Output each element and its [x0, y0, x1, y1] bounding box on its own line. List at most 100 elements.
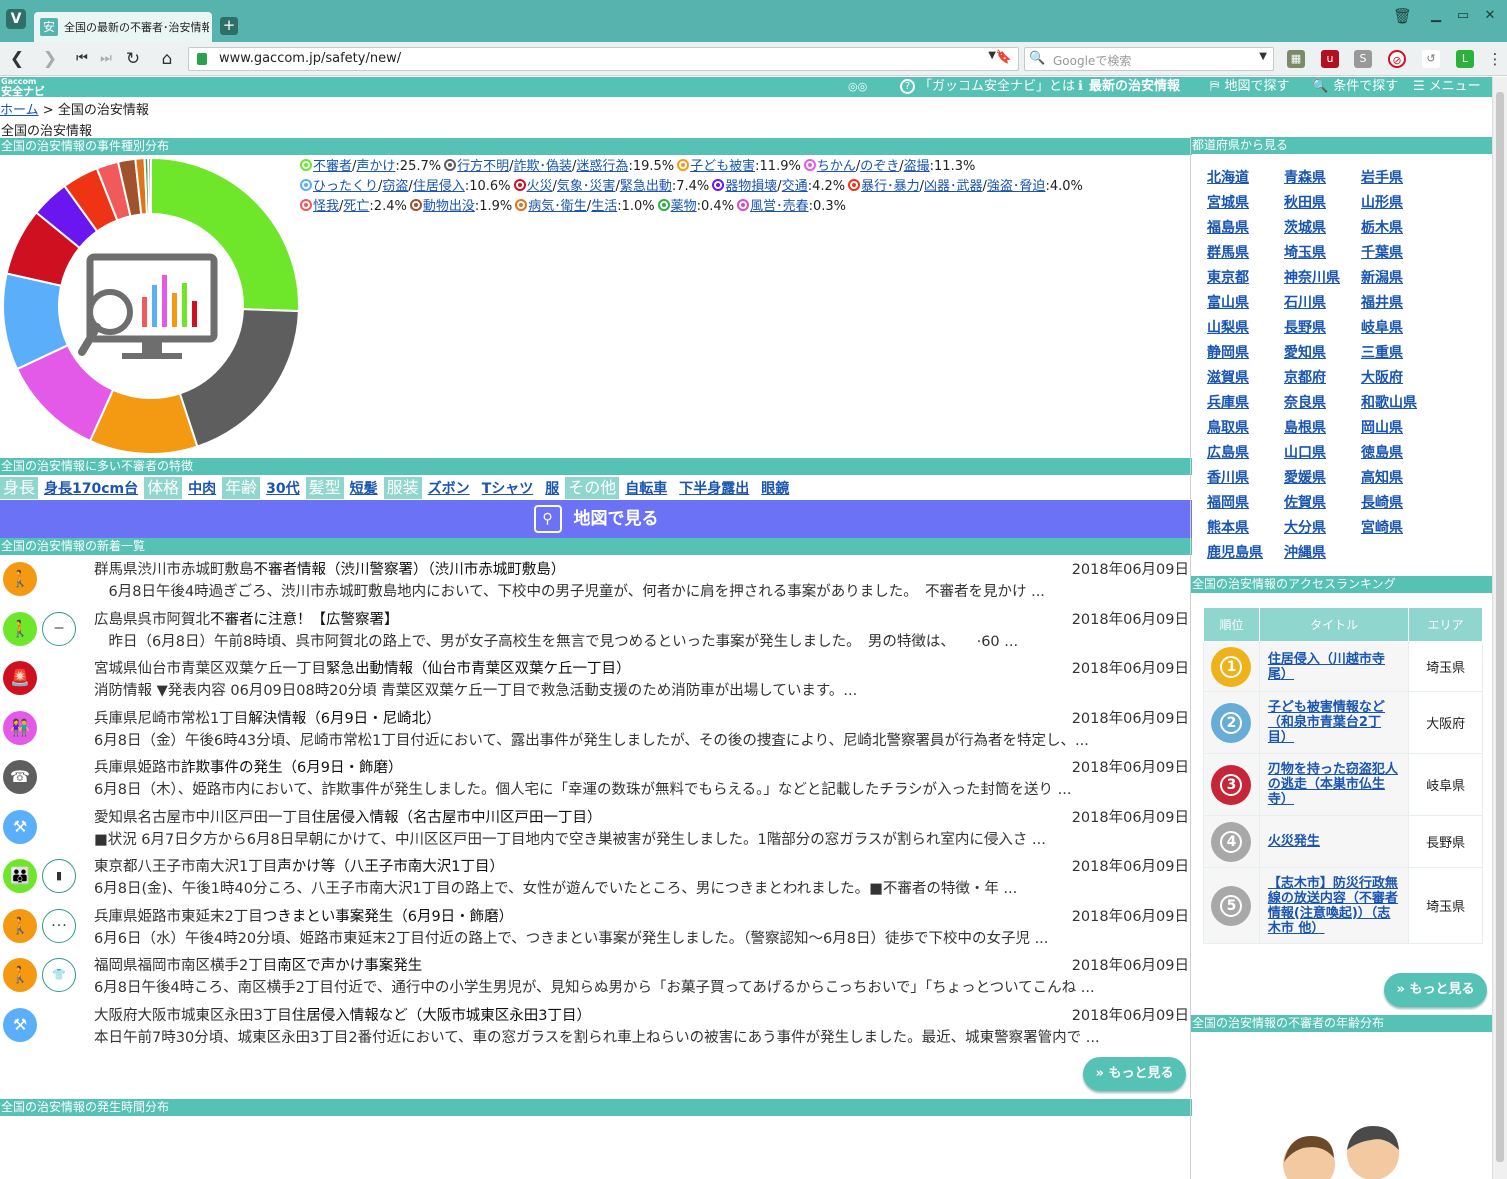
prefecture-link[interactable]: 新潟県 [1361, 267, 1403, 287]
legend-link[interactable]: 交通 [782, 179, 808, 194]
ranking-title-link[interactable]: 火災発生 [1268, 834, 1320, 849]
nav-search[interactable]: 🔍 条件で探す [1312, 77, 1398, 97]
legend-link[interactable]: 緊急出動 [620, 179, 672, 194]
prefecture-link[interactable]: 茨城県 [1284, 217, 1326, 237]
ranking-title-link[interactable]: 【志木市】防災行政無線の放送内容（不審者情報(注意喚起)）（志木市 他） [1268, 876, 1398, 936]
legend-link[interactable]: 器物損壊 [725, 179, 777, 194]
legend-link[interactable]: のぞき [860, 159, 899, 174]
fast-forward-icon[interactable]: ⏭ [94, 48, 118, 70]
prefecture-link[interactable]: 長崎県 [1361, 492, 1403, 512]
news-title[interactable]: 兵庫県姫路市詐欺事件の発生（6月9日・飾磨） [94, 756, 1054, 777]
view-on-map-button[interactable]: ⚲ 地図で見る [0, 500, 1192, 538]
new-tab-button[interactable]: + [220, 17, 238, 35]
site-logo[interactable]: Gaccom 安全ナビ [1, 77, 45, 97]
prefecture-link[interactable]: 大分県 [1284, 517, 1326, 537]
prefecture-link[interactable]: 島根県 [1284, 417, 1326, 437]
prefecture-link[interactable]: 静岡県 [1207, 342, 1249, 362]
legend-link[interactable]: 動物出没 [423, 199, 475, 214]
prefecture-link[interactable]: 佐賀県 [1284, 492, 1326, 512]
news-item[interactable]: ⚒ 愛知県名古屋市中川区戸田一丁目住居侵入情報（名古屋市中川区戸田一丁目） 2018… [0, 804, 1192, 854]
prefecture-link[interactable]: 福岡県 [1207, 492, 1249, 512]
news-item[interactable]: 🚶 ー広島県呉市阿賀北不審者に注意！【広警察署】 2018年06月09日 昨日（6月… [0, 606, 1192, 656]
prefecture-link[interactable]: 奈良県 [1284, 392, 1326, 412]
scrollbar-thumb[interactable] [1496, 92, 1504, 1162]
trait-value-link[interactable]: ズボン [422, 478, 476, 500]
close-button[interactable]: ✕ [1482, 8, 1498, 24]
trait-value-link[interactable]: 服 [539, 478, 565, 500]
news-item[interactable]: ⚒ 大阪府大阪市城東区永田3丁目住居侵入情報など（大阪市城東区永田3丁目） 2018… [0, 1002, 1192, 1052]
prefecture-link[interactable]: 秋田県 [1284, 192, 1326, 212]
trait-value-link[interactable]: 30代 [260, 478, 305, 500]
legend-link[interactable]: 凶器･武器 [924, 179, 983, 194]
prefecture-link[interactable]: 山梨県 [1207, 317, 1249, 337]
news-title[interactable]: 兵庫県姫路市東延末2丁目つきまとい事案発生（6月9日・飾磨） [94, 905, 1054, 926]
legend-link[interactable]: 怪我 [313, 199, 339, 214]
prefecture-link[interactable]: 沖縄県 [1284, 542, 1326, 562]
search-dropdown-icon[interactable]: ▼ [1259, 51, 1267, 62]
extension-grid-icon[interactable]: ▦ [1287, 50, 1305, 68]
trait-value-link[interactable]: 身長170cm台 [38, 478, 144, 500]
news-item[interactable]: 👫 兵庫県尼崎市常松1丁目解決情報（6月9日・尼崎北） 2018年06月09日 6月8… [0, 705, 1192, 755]
minimize-button[interactable]: ▁ [1428, 8, 1444, 24]
prefecture-link[interactable]: 宮崎県 [1361, 517, 1403, 537]
rewind-icon[interactable]: ⏮ [70, 48, 94, 70]
legend-link[interactable]: 不審者 [313, 159, 352, 174]
browser-tab[interactable]: 安 全国の最新の不審者･治安情報 [34, 12, 212, 42]
prefecture-link[interactable]: 埼玉県 [1284, 242, 1326, 262]
maximize-button[interactable]: ▭ [1455, 8, 1471, 24]
trait-value-link[interactable]: 短髪 [344, 478, 384, 500]
prefecture-link[interactable]: 岩手県 [1361, 167, 1403, 187]
prefecture-link[interactable]: 北海道 [1207, 167, 1249, 187]
prefecture-link[interactable]: 青森県 [1284, 167, 1326, 187]
trait-value-link[interactable]: 眼鏡 [755, 478, 795, 500]
more-ranking-button[interactable]: » もっと見る [1384, 973, 1487, 1007]
trait-value-link[interactable]: 中肉 [182, 478, 222, 500]
news-title[interactable]: 群馬県渋川市赤城町敷島不審者情報（渋川警察署）（渋川市赤城町敷島） [94, 558, 1054, 579]
news-item[interactable]: 👪 ▮ 東京都八王子市南大沢1丁目声かけ等（八王子市南大沢1丁目） 2018年06月0… [0, 853, 1192, 903]
prefecture-link[interactable]: 岡山県 [1361, 417, 1403, 437]
forward-icon[interactable]: ❯ [38, 48, 62, 70]
news-title[interactable]: 東京都八王子市南大沢1丁目声かけ等（八王子市南大沢1丁目） [94, 855, 1054, 876]
legend-link[interactable]: 詐欺･偽装 [514, 159, 573, 174]
news-title[interactable]: 大阪府大阪市城東区永田3丁目住居侵入情報など（大阪市城東区永田3丁目） [94, 1004, 1054, 1025]
prefecture-link[interactable]: 香川県 [1207, 467, 1249, 487]
news-item[interactable]: 🚨 宮城県仙台市青葉区双葉ケ丘一丁目緊急出動情報（仙台市青葉区双葉ケ丘一丁目） 20… [0, 655, 1192, 705]
nav-about[interactable]: ? 「ガッコム安全ナビ」とは [900, 77, 1075, 97]
legend-link[interactable]: 火災 [527, 179, 553, 194]
prefecture-link[interactable]: 徳島県 [1361, 442, 1403, 462]
news-title[interactable]: 福岡県福岡市南区横手2丁目南区で声かけ事案発生 [94, 954, 1054, 975]
news-item[interactable]: 🚶 群馬県渋川市赤城町敷島不審者情報（渋川警察署）（渋川市赤城町敷島） 2018年0… [0, 556, 1192, 606]
legend-link[interactable]: 窃盗 [382, 179, 408, 194]
prefecture-link[interactable]: 京都府 [1284, 367, 1326, 387]
news-title[interactable]: 愛知県名古屋市中川区戸田一丁目住居侵入情報（名古屋市中川区戸田一丁目） [94, 806, 1054, 827]
legend-link[interactable]: 行方不明 [457, 159, 509, 174]
prefecture-link[interactable]: 福島県 [1207, 217, 1249, 237]
legend-link[interactable]: 盗撮 [904, 159, 930, 174]
news-item[interactable]: 🚶 👕 福岡県福岡市南区横手2丁目南区で声かけ事案発生 2018年06月09日 6月8日… [0, 952, 1192, 1002]
prefecture-link[interactable]: 熊本県 [1207, 517, 1249, 537]
news-item[interactable]: ☎ 兵庫県姫路市詐欺事件の発生（6月9日・飾磨） 2018年06月09日 6月8日（木… [0, 754, 1192, 804]
news-title[interactable]: 宮城県仙台市青葉区双葉ケ丘一丁目緊急出動情報（仙台市青葉区双葉ケ丘一丁目） [94, 657, 1054, 678]
prefecture-link[interactable]: 富山県 [1207, 292, 1249, 312]
legend-link[interactable]: ひったくり [313, 179, 378, 194]
prefecture-link[interactable]: 三重県 [1361, 342, 1403, 362]
prefecture-link[interactable]: 兵庫県 [1207, 392, 1249, 412]
line-icon[interactable]: L [1456, 50, 1474, 68]
news-title[interactable]: 広島県呉市阿賀北不審者に注意！【広警察署】 [94, 608, 1054, 629]
address-bar[interactable]: www.gaccom.jp/safety/new/ ▼ 🔖 [188, 47, 1019, 71]
prefecture-link[interactable]: 東京都 [1207, 267, 1249, 287]
s-extension-icon[interactable]: S [1354, 50, 1372, 68]
ranking-title-link[interactable]: 子ども被害情報など（和泉市青葉台2丁目） [1268, 700, 1385, 745]
trash-icon[interactable]: 🗑 [1393, 8, 1412, 24]
prefecture-link[interactable]: 鹿児島県 [1207, 542, 1263, 562]
prefecture-link[interactable]: 千葉県 [1361, 242, 1403, 262]
prefecture-link[interactable]: 長野県 [1284, 317, 1326, 337]
search-input[interactable]: 🔍 Googleで検索 ▼ [1024, 47, 1274, 71]
more-options-icon[interactable]: ⋮ [1486, 50, 1504, 68]
legend-link[interactable]: ちかん [817, 159, 856, 174]
prefecture-link[interactable]: 岐阜県 [1361, 317, 1403, 337]
nav-map[interactable]: ⛿ 地図で探す [1210, 77, 1289, 97]
legend-link[interactable]: 風営･売春 [750, 199, 809, 214]
prefecture-link[interactable]: 宮城県 [1207, 192, 1249, 212]
news-title[interactable]: 兵庫県尼崎市常松1丁目解決情報（6月9日・尼崎北） [94, 707, 1054, 728]
